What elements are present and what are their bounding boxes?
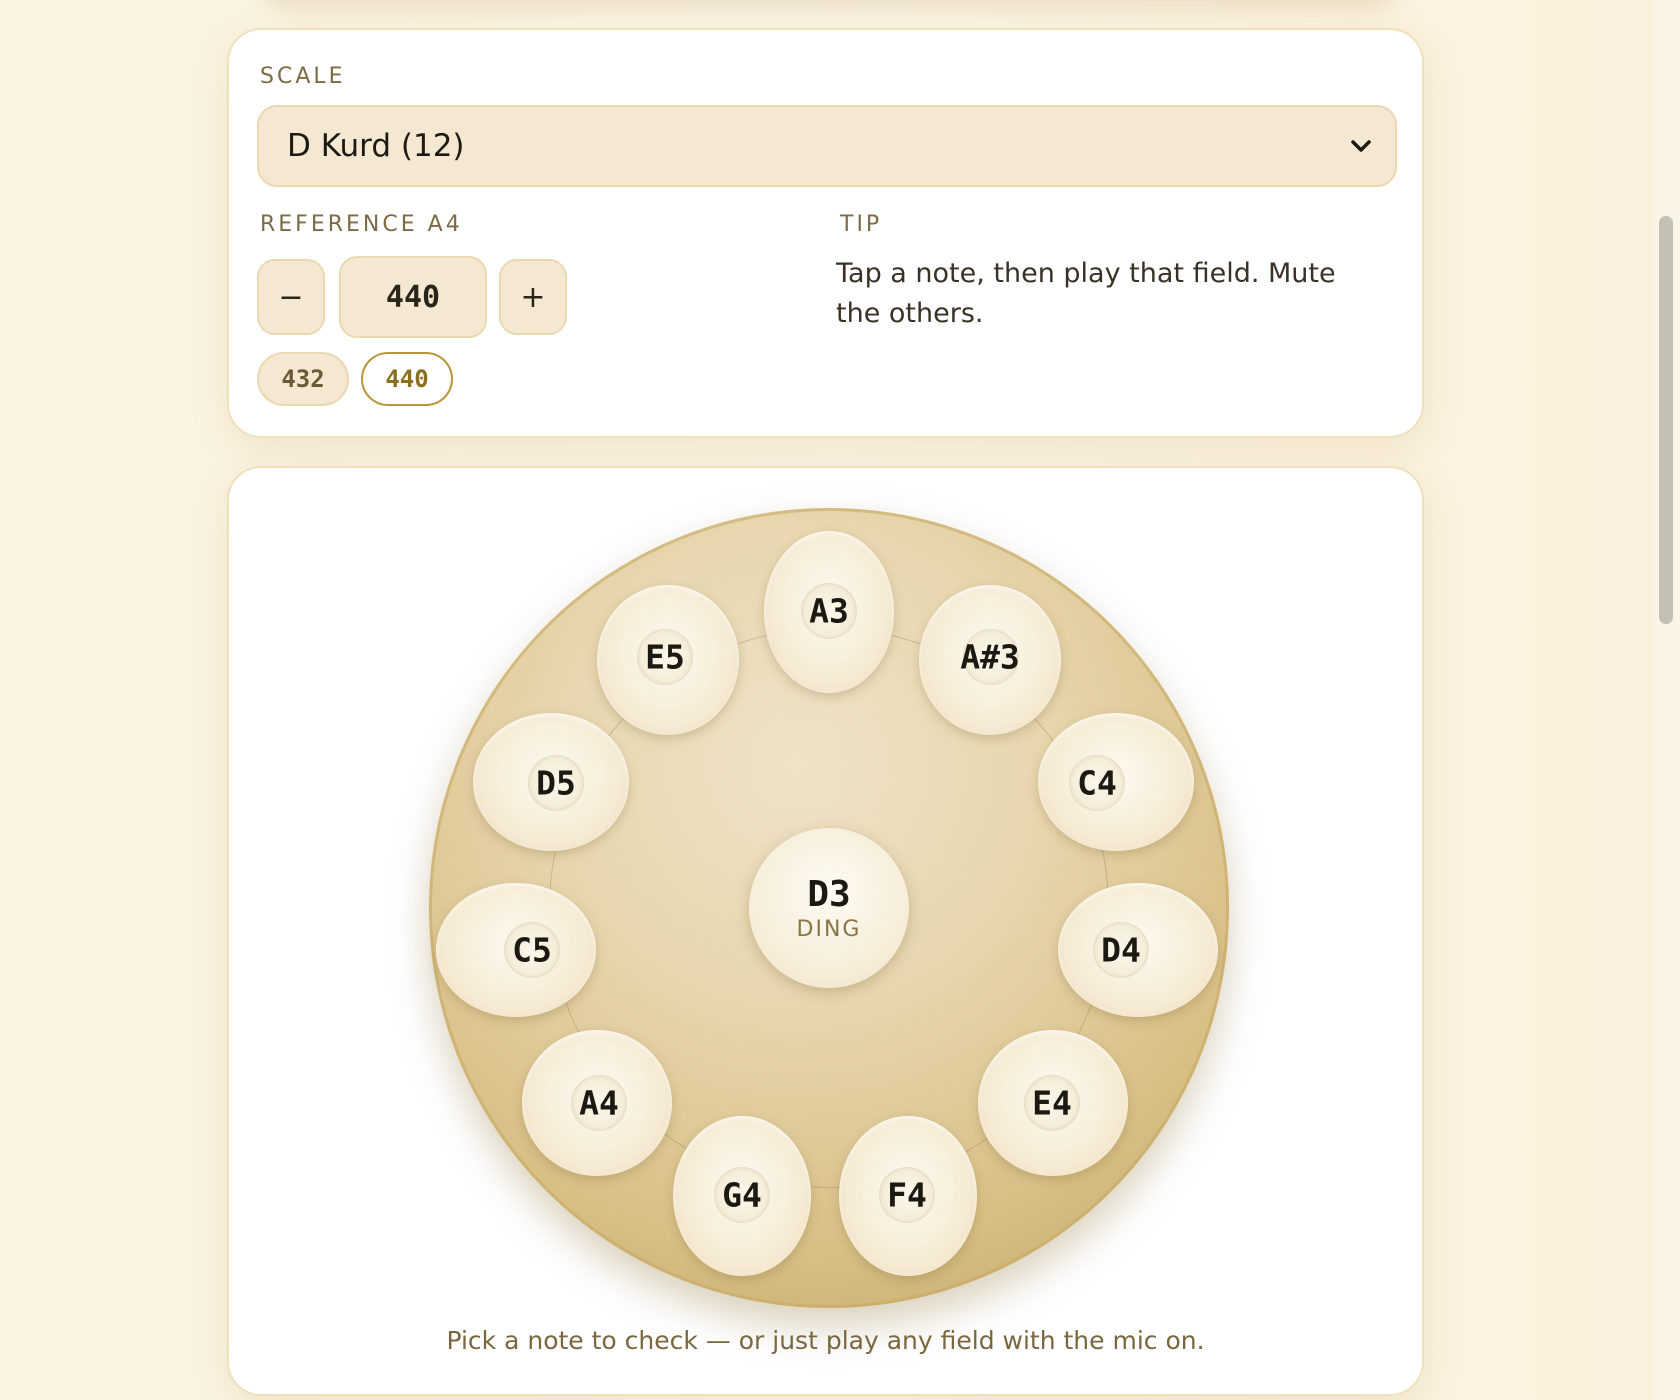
ding-label: DING: [796, 916, 862, 942]
tone-field-dimple: [1024, 1075, 1080, 1131]
settings-card: SCALE D Kurd (12) REFERENCE A4 − + 432 4…: [227, 28, 1424, 438]
scrollbar-thumb[interactable]: [1659, 216, 1673, 624]
tone-field-dimple: [963, 629, 1019, 685]
tone-field-dimple: [879, 1167, 935, 1223]
increase-reference-button[interactable]: +: [499, 259, 567, 335]
decrease-reference-button[interactable]: −: [257, 259, 325, 335]
scale-select-value: D Kurd (12): [287, 128, 465, 164]
preset-432-chip[interactable]: 432: [257, 352, 349, 406]
tip-text: Tap a note, then play that field. Mute t…: [836, 258, 1336, 329]
scale-label: SCALE: [260, 64, 346, 89]
tone-field-dimple: [714, 1167, 770, 1223]
tone-field-dimple: [528, 755, 584, 811]
reference-input[interactable]: [339, 256, 487, 338]
tone-field-dimple: [637, 629, 693, 685]
tone-field-dimple: [801, 583, 857, 639]
reference-label: REFERENCE A4: [260, 212, 463, 237]
tone-field-dimple: [1069, 755, 1125, 811]
tone-field-dimple: [1093, 922, 1149, 978]
tone-field-dimple: [571, 1075, 627, 1131]
tip-label: TIP: [840, 212, 883, 237]
handpan-card: A3 A#3 C4 D4 E4 F4 G4 A4 C5 D5 E5 D3 DING Pick a n…: [227, 466, 1424, 1396]
ding-field[interactable]: D3 DING: [749, 828, 909, 988]
ding-note: D3: [807, 873, 851, 915]
preset-440-chip[interactable]: 440: [361, 352, 453, 406]
scrollbar-track[interactable]: [1652, 0, 1680, 1400]
handpan-body: A3 A#3 C4 D4 E4 F4 G4 A4 C5 D5 E5 D3 DING: [429, 508, 1229, 1308]
scale-select[interactable]: D Kurd (12): [257, 105, 1397, 187]
tone-field-dimple: [504, 922, 560, 978]
chevron-down-icon: [1351, 140, 1371, 152]
hint-text: Pick a note to check — or just play any …: [446, 1326, 1205, 1355]
